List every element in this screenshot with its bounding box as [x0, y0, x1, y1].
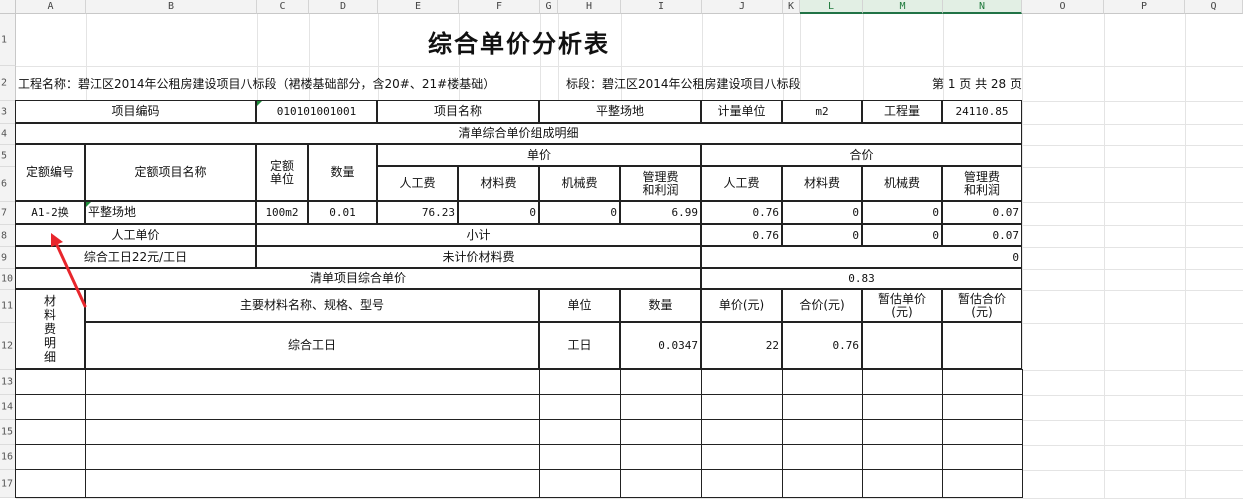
red-arrow-annotation	[51, 233, 87, 308]
spreadsheet[interactable]: ABCDEFGHIJKLMNOPQ 1 2 3 4 5 6 7 8 9 10 11 12 13 14 15 1…	[0, 0, 1243, 499]
